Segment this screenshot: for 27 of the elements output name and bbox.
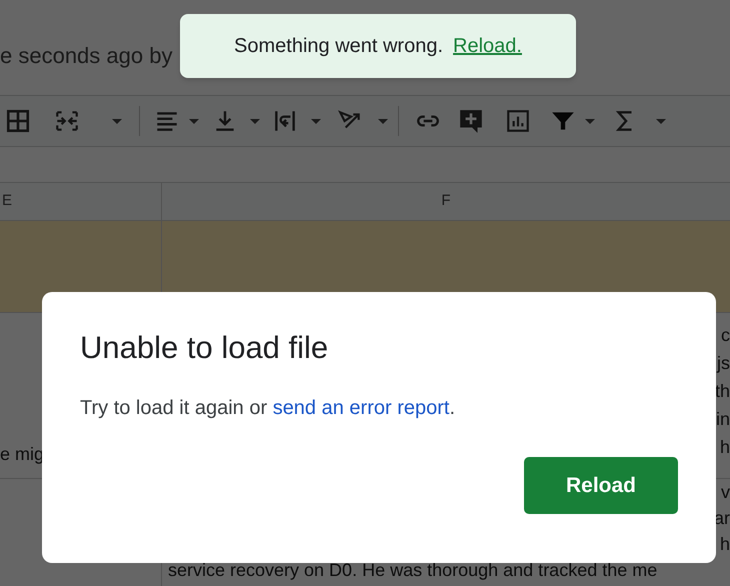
dropdown-caret-icon[interactable] xyxy=(250,118,260,124)
dialog-message: Try to load it again or send an error report. xyxy=(80,396,456,421)
cell-text: th xyxy=(714,380,730,403)
cell-text: js xyxy=(717,352,730,375)
dropdown-caret-icon[interactable] xyxy=(311,118,321,124)
reload-link[interactable]: Reload. xyxy=(453,31,522,61)
dropdown-caret-icon[interactable] xyxy=(585,118,595,124)
dialog-title: Unable to load file xyxy=(80,332,330,363)
borders-icon[interactable] xyxy=(5,108,31,134)
dropdown-caret-icon[interactable] xyxy=(112,118,122,124)
cell-text: h xyxy=(720,533,730,556)
chart-icon[interactable] xyxy=(505,108,531,134)
cell-text: v xyxy=(721,481,730,504)
cell-text: c xyxy=(721,324,730,347)
error-report-link[interactable]: send an error report xyxy=(272,397,450,419)
toast-message: Something went wrong. xyxy=(234,34,444,59)
reload-button[interactable]: Reload xyxy=(524,457,678,514)
last-edit-text[interactable]: e seconds ago by xyxy=(0,45,172,67)
cell-text: h xyxy=(720,436,730,459)
column-header[interactable]: F xyxy=(441,190,451,213)
cell-text: in xyxy=(716,408,730,431)
dropdown-caret-icon[interactable] xyxy=(378,118,388,124)
column-header[interactable]: E xyxy=(2,190,12,213)
cell-text: service recovery on D0. He was thorough and tracked the me xyxy=(167,559,658,582)
dropdown-caret-icon[interactable] xyxy=(189,118,199,124)
dropdown-caret-icon[interactable] xyxy=(656,118,666,124)
add-comment-icon[interactable] xyxy=(458,108,484,134)
